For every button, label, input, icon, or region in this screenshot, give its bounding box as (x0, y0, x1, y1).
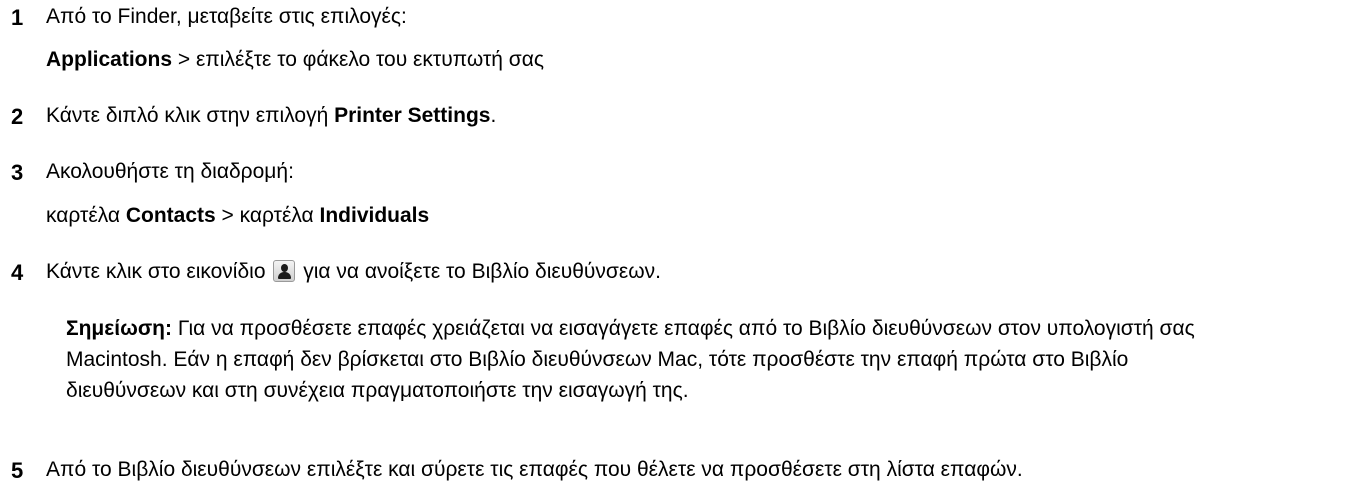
step-path-text: > επιλέξτε το φάκελο του εκτυπωτή σας (172, 48, 545, 71)
note-label: Σημείωση: (66, 317, 173, 340)
step-path: Applications > επιλέξτε το φάκελο του εκ… (46, 47, 544, 73)
step-number: 3 (11, 160, 24, 185)
step-number: 4 (11, 260, 24, 285)
step-text: Κάντε διπλό κλικ στην επιλογή Printer Se… (46, 104, 497, 127)
step-number: 5 (11, 458, 24, 483)
tab-label-individuals: Individuals (319, 204, 430, 227)
step-text: Από το Βιβλίο διευθύνσεων επιλέξτε και σ… (46, 458, 1023, 481)
step-text: Ακολουθήστε τη διαδρομή: (46, 160, 294, 183)
menu-label-printer-settings: Printer Settings (334, 104, 491, 127)
step-path: καρτέλα Contacts > καρτέλα Individuals (46, 204, 430, 227)
tab-label-contacts: Contacts (125, 204, 216, 227)
step-text: Από το Finder, μεταβείτε στις επιλογές: (46, 5, 407, 28)
step-text: Κάντε κλικ στο εικονίδιο για να ανοίξετε… (46, 260, 661, 283)
address-book-person-icon (273, 260, 296, 282)
note-text: Για να προσθέσετε επαφές χρειάζεται να ε… (66, 317, 1195, 402)
step-number: 2 (11, 104, 24, 129)
step-number: 1 (11, 5, 24, 30)
note-block: Σημείωση: Για να προσθέσετε επαφές χρειά… (66, 313, 1206, 406)
menu-label-applications: Applications (46, 48, 173, 71)
